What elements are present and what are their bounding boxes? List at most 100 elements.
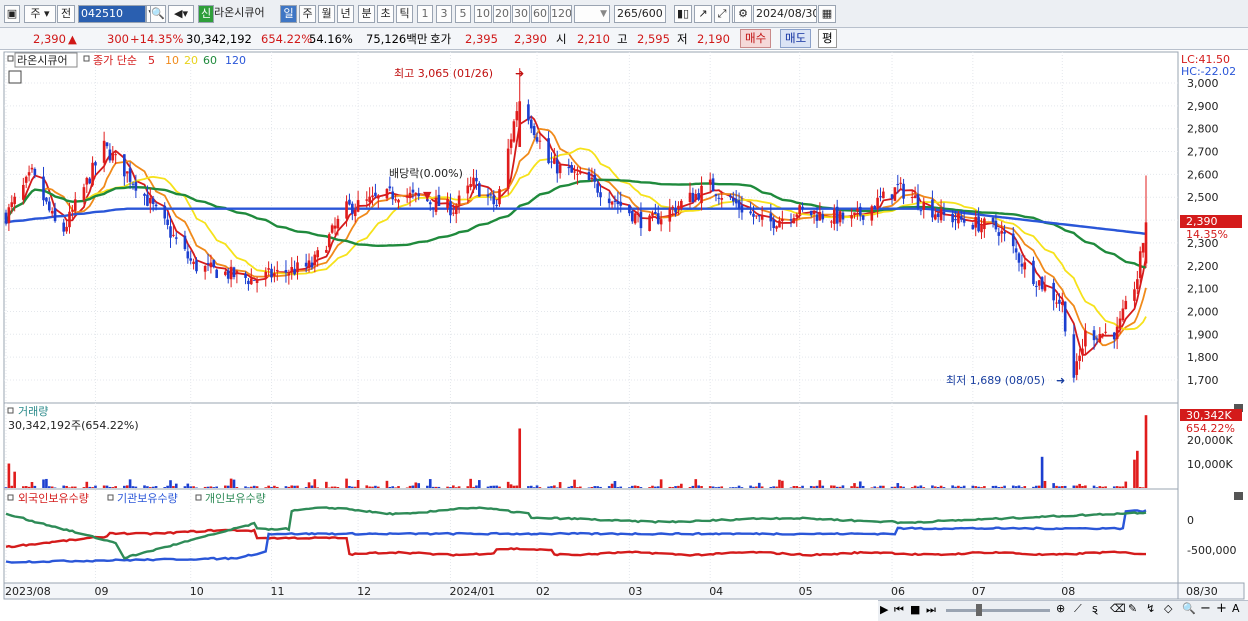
- scroll-track[interactable]: [946, 609, 1050, 612]
- average-button[interactable]: 평: [818, 29, 837, 48]
- volume-bar: [143, 485, 146, 488]
- volume-bar: [336, 487, 340, 488]
- trend-line-icon[interactable]: ⟋: [1074, 602, 1082, 616]
- market-label: 주: [30, 7, 41, 20]
- legend-stock-name: 라온시큐어: [17, 54, 68, 67]
- volume-bar: [356, 479, 360, 488]
- font-size-icon[interactable]: A: [1232, 602, 1240, 615]
- magnet-icon[interactable]: ↯: [1146, 602, 1155, 615]
- period-week[interactable]: 주: [299, 5, 316, 23]
- scroll-forward-icon[interactable]: ⏭: [926, 603, 936, 617]
- scroll-thumb[interactable]: [976, 604, 982, 616]
- volume-bar: [893, 486, 897, 488]
- prev-button[interactable]: 전: [57, 5, 75, 23]
- volume-bar: [353, 486, 357, 488]
- volume-bar: [1112, 486, 1116, 488]
- price-tick-label: 2,700: [1187, 146, 1219, 159]
- volume-bar: [731, 487, 735, 488]
- volume-bar: [656, 486, 660, 488]
- calendar-icon[interactable]: ▦: [818, 5, 836, 23]
- volume-bar: [313, 479, 317, 488]
- search-icon[interactable]: 🔍: [150, 5, 166, 23]
- volume-bar: [879, 485, 882, 488]
- volume-bar: [192, 486, 195, 488]
- stock-code-input[interactable]: 042510: [78, 5, 146, 23]
- volume-bar: [902, 486, 905, 488]
- volume-current-value: 30,342K: [1186, 409, 1232, 422]
- volume-tick-10000k: 10,000K: [1187, 458, 1233, 471]
- turnover: 54.16%: [309, 32, 353, 46]
- volume-bar: [1115, 486, 1119, 488]
- volume-bar: [951, 485, 954, 488]
- holdings-panel-close-icon[interactable]: [1234, 492, 1243, 500]
- volume-bar: [457, 486, 461, 488]
- gear-icon[interactable]: ⚙: [734, 5, 752, 23]
- zoom-in-icon[interactable]: +: [1216, 601, 1227, 616]
- text-tool-icon[interactable]: ȿ: [1092, 602, 1098, 615]
- interval-dropdown[interactable]: ▼: [574, 5, 610, 23]
- volume-bar: [85, 481, 89, 488]
- interval-5[interactable]: 5: [455, 5, 471, 23]
- x-tick-label: 07: [972, 585, 986, 598]
- volume-bar: [535, 485, 539, 488]
- market-select[interactable]: 주 ▾: [24, 5, 56, 23]
- period-day[interactable]: 일: [280, 5, 297, 23]
- volume-bar: [809, 485, 813, 488]
- x-tick-label: 03: [628, 585, 642, 598]
- volume-bar: [47, 486, 51, 488]
- scroll-back-icon[interactable]: ⏮: [894, 603, 904, 617]
- stop-icon[interactable]: ■: [910, 603, 920, 616]
- volume-bar: [287, 486, 291, 488]
- volume-bar: [325, 481, 328, 488]
- interval-120[interactable]: 120: [550, 5, 572, 23]
- volume-bar: [1078, 483, 1081, 488]
- interval-3[interactable]: 3: [436, 5, 452, 23]
- high-price: 2,595: [637, 32, 670, 46]
- ask-label: 호가: [430, 32, 452, 46]
- candle-type-icon[interactable]: ▮▯: [674, 5, 692, 23]
- interval-20[interactable]: 20: [493, 5, 511, 23]
- volume-bar: [850, 486, 853, 488]
- period-minute[interactable]: 분: [358, 5, 375, 23]
- ask-price: 2,395: [465, 32, 498, 46]
- buy-button[interactable]: 매수: [740, 29, 772, 48]
- count-input[interactable]: 265/600: [614, 5, 666, 23]
- date-input[interactable]: 2024/08/30: [753, 5, 817, 23]
- open-label: 시: [556, 32, 567, 46]
- window-icon[interactable]: ▣: [4, 5, 20, 23]
- stock-chart[interactable]: 3,0002,9002,8002,7002,6002,5002,4002,300…: [0, 51, 1248, 621]
- speaker-icon[interactable]: ◀▾: [168, 5, 194, 23]
- eraser-icon[interactable]: ⌫: [1110, 602, 1126, 615]
- volume-bar: [688, 487, 692, 488]
- legend-institution: 기관보유수량: [117, 492, 178, 505]
- legend-ma20: 20: [184, 54, 198, 67]
- interval-60[interactable]: 60: [531, 5, 549, 23]
- fullscreen-icon[interactable]: ⤢: [714, 5, 730, 23]
- cross-line-icon[interactable]: ⊕: [1056, 602, 1065, 615]
- volume-bar: [411, 485, 415, 488]
- volume-bar: [781, 480, 784, 488]
- scroll-right-icon[interactable]: ▶: [880, 603, 888, 616]
- period-second[interactable]: 초: [377, 5, 394, 23]
- current-price-tag-pct: 14.35%: [1186, 228, 1228, 241]
- draw-tool-icon[interactable]: ↗: [694, 5, 712, 23]
- pen-icon[interactable]: ✎: [1128, 602, 1137, 615]
- volume-bar: [454, 487, 458, 488]
- x-tick-label: 10: [190, 585, 204, 598]
- interval-30[interactable]: 30: [512, 5, 530, 23]
- period-year[interactable]: 년: [337, 5, 354, 23]
- shape-icon[interactable]: ◇: [1164, 602, 1172, 615]
- volume-bar: [711, 486, 715, 488]
- interval-10[interactable]: 10: [474, 5, 492, 23]
- period-month[interactable]: 월: [318, 5, 335, 23]
- volume-bar: [376, 486, 380, 488]
- period-tick[interactable]: 틱: [396, 5, 413, 23]
- zoom-out-icon[interactable]: −: [1200, 601, 1211, 616]
- sell-button[interactable]: 매도: [780, 29, 812, 48]
- zoom-icon[interactable]: 🔍: [1182, 602, 1196, 615]
- volume-bar: [630, 485, 634, 488]
- volume-bar: [977, 486, 980, 488]
- table-toggle-icon[interactable]: [8, 70, 22, 84]
- legend-ma-type: 종가 단순: [93, 54, 137, 67]
- interval-1[interactable]: 1: [417, 5, 433, 23]
